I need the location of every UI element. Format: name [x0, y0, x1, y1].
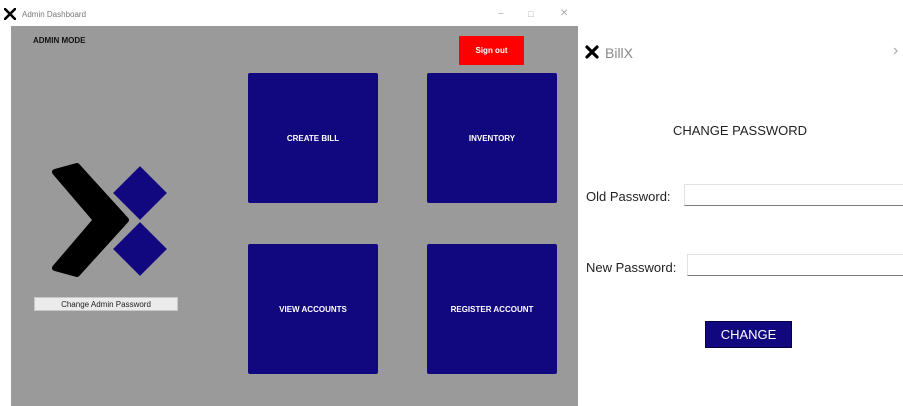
new-password-label: New Password:	[586, 260, 677, 275]
sign-out-button[interactable]: Sign out	[459, 36, 524, 65]
new-password-input[interactable]	[687, 254, 903, 276]
old-password-input[interactable]	[684, 184, 903, 206]
change-admin-password-button[interactable]: Change Admin Password	[34, 297, 178, 311]
admin-titlebar: Admin Dashboard – □ ✕	[0, 0, 578, 26]
chevron-right-icon[interactable]: ›	[893, 42, 898, 60]
change-password-heading: CHANGE PASSWORD	[672, 123, 808, 138]
change-password-button[interactable]: CHANGE	[705, 321, 792, 348]
admin-mode-label: ADMIN MODE	[33, 36, 86, 45]
inventory-button[interactable]: INVENTORY	[427, 73, 557, 203]
view-accounts-button[interactable]: VIEW ACCOUNTS	[248, 244, 378, 374]
window-title: Admin Dashboard	[22, 10, 87, 19]
create-bill-button[interactable]: CREATE BILL	[248, 73, 378, 203]
old-password-label: Old Password:	[586, 189, 671, 204]
x-logo-icon	[4, 8, 16, 20]
dialog-app-title: BillX	[605, 45, 634, 61]
billx-logo	[52, 163, 167, 277]
register-account-button[interactable]: REGISTER ACCOUNT	[427, 244, 557, 374]
x-logo-icon	[585, 45, 599, 59]
admin-dashboard-panel: ADMIN MODE Sign out CREATE BILL INVENTOR…	[11, 26, 578, 406]
maximize-icon[interactable]: □	[528, 8, 533, 20]
minimize-icon[interactable]: –	[498, 8, 504, 20]
close-icon[interactable]: ✕	[560, 8, 568, 20]
